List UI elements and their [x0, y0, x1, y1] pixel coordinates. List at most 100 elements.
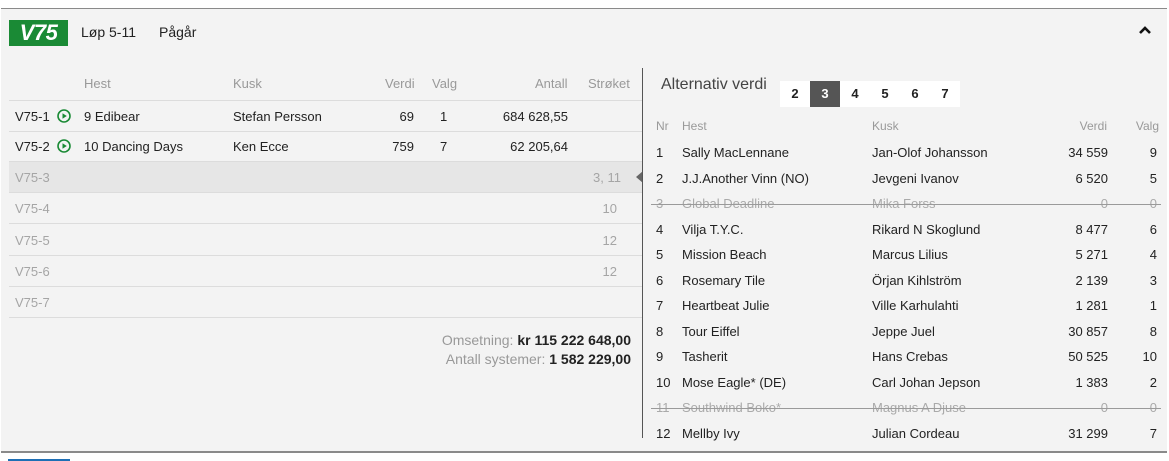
alt-col-hest: Hest: [682, 119, 707, 133]
valg-value: 1: [440, 109, 448, 124]
table-row[interactable]: V75-1 9 Edibear Stefan Persson 69 1 684 …: [9, 100, 643, 132]
alt-col-kusk: Kusk: [872, 119, 899, 133]
race-label: Løp 5-11: [81, 24, 136, 40]
alt-button-6[interactable]: 6: [900, 81, 930, 107]
stroket-value: 12: [602, 264, 617, 279]
omsetning-label: Omsetning:: [441, 332, 514, 348]
strikethrough-line: [651, 204, 1161, 205]
systemer-label: Antall systemer:: [445, 351, 546, 367]
table-row[interactable]: V75-2 10 Dancing Days Ken Ecce 759 7 62 …: [9, 131, 643, 162]
alt-nr: 2: [656, 170, 664, 186]
alt-horse-name: Heartbeat Julie: [682, 298, 770, 313]
stroket-value: 10: [602, 201, 617, 216]
alt-row[interactable]: 8 Tour Eiffel Jeppe Juel 30 857 8: [651, 319, 1161, 344]
alt-valg: 3: [1149, 272, 1157, 288]
stroket-value: 12: [602, 233, 617, 248]
chevron-up-icon[interactable]: [1137, 22, 1153, 38]
alt-horse-name: Vilja T.Y.C.: [682, 221, 744, 237]
alt-nr: 7: [656, 298, 664, 313]
alt-verdi: 1 383: [1075, 374, 1108, 390]
alt-verdi: 2 139: [1075, 272, 1108, 288]
alt-row-scratched[interactable]: 3Global DeadlineMika Forss00: [651, 191, 1161, 216]
alt-driver-name: Carl Johan Jepson: [872, 374, 981, 390]
alt-row[interactable]: 7 Heartbeat Julie Ville Karhulahti 1 281 1: [651, 293, 1161, 318]
race-status: Pågår: [159, 24, 197, 40]
alt-button-3[interactable]: 3: [810, 81, 840, 107]
alt-valg: 5: [1149, 170, 1157, 186]
race-id: V75-7: [15, 295, 50, 310]
alternativ-title: Alternativ verdi: [661, 76, 767, 93]
alt-col-nr: Nr: [656, 119, 669, 133]
alt-nr: 1: [656, 145, 664, 160]
systemer-summary: Antall systemer: 1 582 229,00: [446, 351, 631, 367]
alt-row[interactable]: 9 Tasherit Hans Crebas 50 525 10: [651, 344, 1161, 369]
verdi-value: 69: [399, 109, 414, 124]
alt-driver-name: Julian Cordeau: [872, 425, 960, 441]
table-row[interactable]: V75-4 10: [9, 193, 643, 224]
antall-value: 684 628,55: [502, 109, 568, 124]
race-id: V75-2: [15, 139, 50, 154]
col-header-valg: Valg: [432, 76, 458, 91]
alt-driver-name: Marcus Lilius: [872, 247, 948, 262]
alt-valg: 7: [1149, 425, 1157, 441]
col-header-hest: Hest: [84, 76, 111, 91]
col-header-verdi: Verdi: [385, 76, 415, 91]
alt-verdi: 1 281: [1075, 298, 1108, 313]
alt-row[interactable]: 12 Mellby Ivy Julian Cordeau 31 299 7: [651, 421, 1161, 446]
verdi-value: 759: [392, 139, 414, 154]
alt-verdi: 30 857: [1068, 323, 1108, 339]
alt-valg: 6: [1149, 221, 1157, 237]
table-row-selected[interactable]: V75-3 3, 11: [9, 162, 643, 193]
alt-verdi: 31 299: [1068, 425, 1108, 441]
alternativ-buttons: 2 3 4 5 6 7: [780, 81, 960, 107]
alt-row-scratched[interactable]: 11Southwind Boko*Magnus A Djuse00: [651, 395, 1161, 420]
valg-value: 7: [440, 139, 448, 154]
omsetning-summary: Omsetning: kr 115 222 648,00: [442, 332, 631, 348]
race-id: V75-6: [15, 264, 50, 279]
alt-verdi: 8 477: [1075, 221, 1108, 237]
alt-driver-name: Jan-Olof Johansson: [872, 145, 988, 160]
alt-driver-name: Rikard N Skoglund: [872, 221, 981, 237]
alt-nr: 12: [656, 425, 671, 441]
alt-horse-name: Mission Beach: [682, 247, 767, 262]
alt-row[interactable]: 1 Sally MacLennane Jan-Olof Johansson 34 55…: [651, 140, 1161, 165]
v75-logo: V75: [9, 20, 68, 46]
strikethrough-line: [651, 408, 1161, 409]
alt-button-7[interactable]: 7: [930, 81, 960, 107]
alt-driver-name: Örjan Kihlström: [872, 272, 962, 288]
alt-nr: 10: [656, 374, 671, 390]
race-id: V75-3: [15, 170, 50, 185]
table-row[interactable]: V75-7: [9, 287, 643, 318]
alt-valg: 2: [1149, 374, 1157, 390]
alt-horse-name: Mose Eagle* (DE): [682, 374, 787, 390]
alt-row[interactable]: 4 Vilja T.Y.C. Rikard N Skoglund 8 477 6: [651, 217, 1161, 242]
play-icon[interactable]: [57, 109, 71, 123]
table-row[interactable]: V75-6 12: [9, 256, 643, 287]
col-header-kusk: Kusk: [233, 76, 262, 91]
alt-verdi: 34 559: [1068, 145, 1108, 160]
omsetning-value: kr 115 222 648,00: [517, 332, 631, 348]
alt-row[interactable]: 10 Mose Eagle* (DE) Carl Johan Jepson 1 383…: [651, 370, 1161, 395]
alt-nr: 5: [656, 247, 664, 262]
antall-value: 62 205,64: [510, 139, 568, 154]
alt-nr: 6: [656, 272, 664, 288]
alt-row[interactable]: 6 Rosemary Tile Örjan Kihlström 2 139 3: [651, 268, 1161, 293]
stroket-value: 3, 11: [593, 170, 621, 185]
alt-valg: 9: [1149, 145, 1157, 160]
alt-row[interactable]: 2 J.J.Another Vinn (NO) Jevgeni Ivanov 6 52…: [651, 166, 1161, 191]
panel-header[interactable]: V75 Løp 5-11 Pågår: [1, 9, 1167, 56]
alt-valg: 1: [1149, 298, 1157, 313]
alt-horse-name: Rosemary Tile: [682, 272, 766, 288]
alt-nr: 9: [656, 349, 664, 364]
alt-button-2[interactable]: 2: [780, 81, 810, 107]
alt-button-5[interactable]: 5: [870, 81, 900, 107]
alt-horse-name: J.J.Another Vinn (NO): [682, 170, 809, 186]
alt-driver-name: Hans Crebas: [872, 349, 948, 364]
v75-race-panel: V75 Løp 5-11 Pågår Hest Kusk Verdi Valg …: [1, 8, 1167, 453]
alt-button-4[interactable]: 4: [840, 81, 870, 107]
table-row[interactable]: V75-5 12: [9, 225, 643, 256]
race-id: V75-5: [15, 233, 50, 248]
alt-row[interactable]: 5 Mission Beach Marcus Lilius 5 271 4: [651, 242, 1161, 267]
play-icon[interactable]: [57, 139, 71, 153]
horse-name: 9 Edibear: [84, 109, 140, 124]
